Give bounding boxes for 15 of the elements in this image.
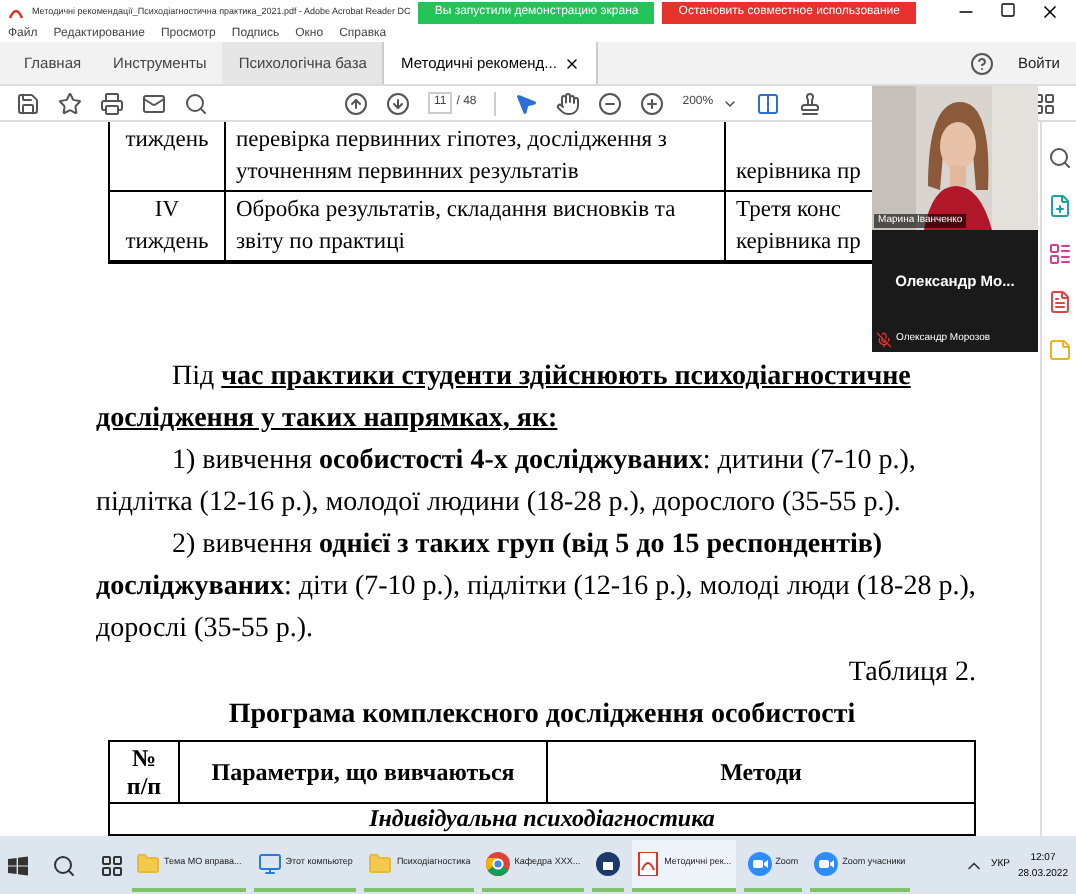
table-cell-text: керівника пр: [736, 158, 861, 188]
table-title: Програма комплексного дослідження особистості: [228, 698, 856, 734]
table-cell-text: Обробка результатів, складання висновків та звіту по практиці: [236, 196, 676, 258]
table-caption: Таблиця 2.: [848, 656, 976, 692]
table-cell-text: тиждень: [125, 126, 209, 156]
table-cell-text: перевірка первинних гіпотез, дослідження з уточненням первинних результатів: [236, 126, 667, 188]
paragraph: Під час практики студенти здійснюють психодіагностичне дослідження у таких напрямках, як:: [96, 360, 911, 438]
section-heading: Індивідуальна психодіагностика: [369, 804, 715, 832]
table-cell-text: IV тиждень: [125, 196, 209, 258]
column-header: Методи: [720, 758, 802, 786]
column-header: № п/п: [126, 744, 162, 800]
paragraph: 2) вивчення однієї з таких груп (від 5 до 15 респондентів) досліджуваних: діти (7-10 р.), підлітки (12-16 р.), молоді люди (18-28 р.), дорослі (35-55 р.).: [96, 528, 976, 648]
paragraph: 1) вивчення особистості 4-х досліджуваних: дитини (7-10 р.), підлітка (12-16 р.), молодої людини (18-28 р.), дорослого (35-55 р.).: [96, 444, 916, 522]
column-header: Параметри, що вивчаються: [211, 758, 515, 786]
table-cell-text: Третя конс керівника пр: [736, 196, 861, 258]
